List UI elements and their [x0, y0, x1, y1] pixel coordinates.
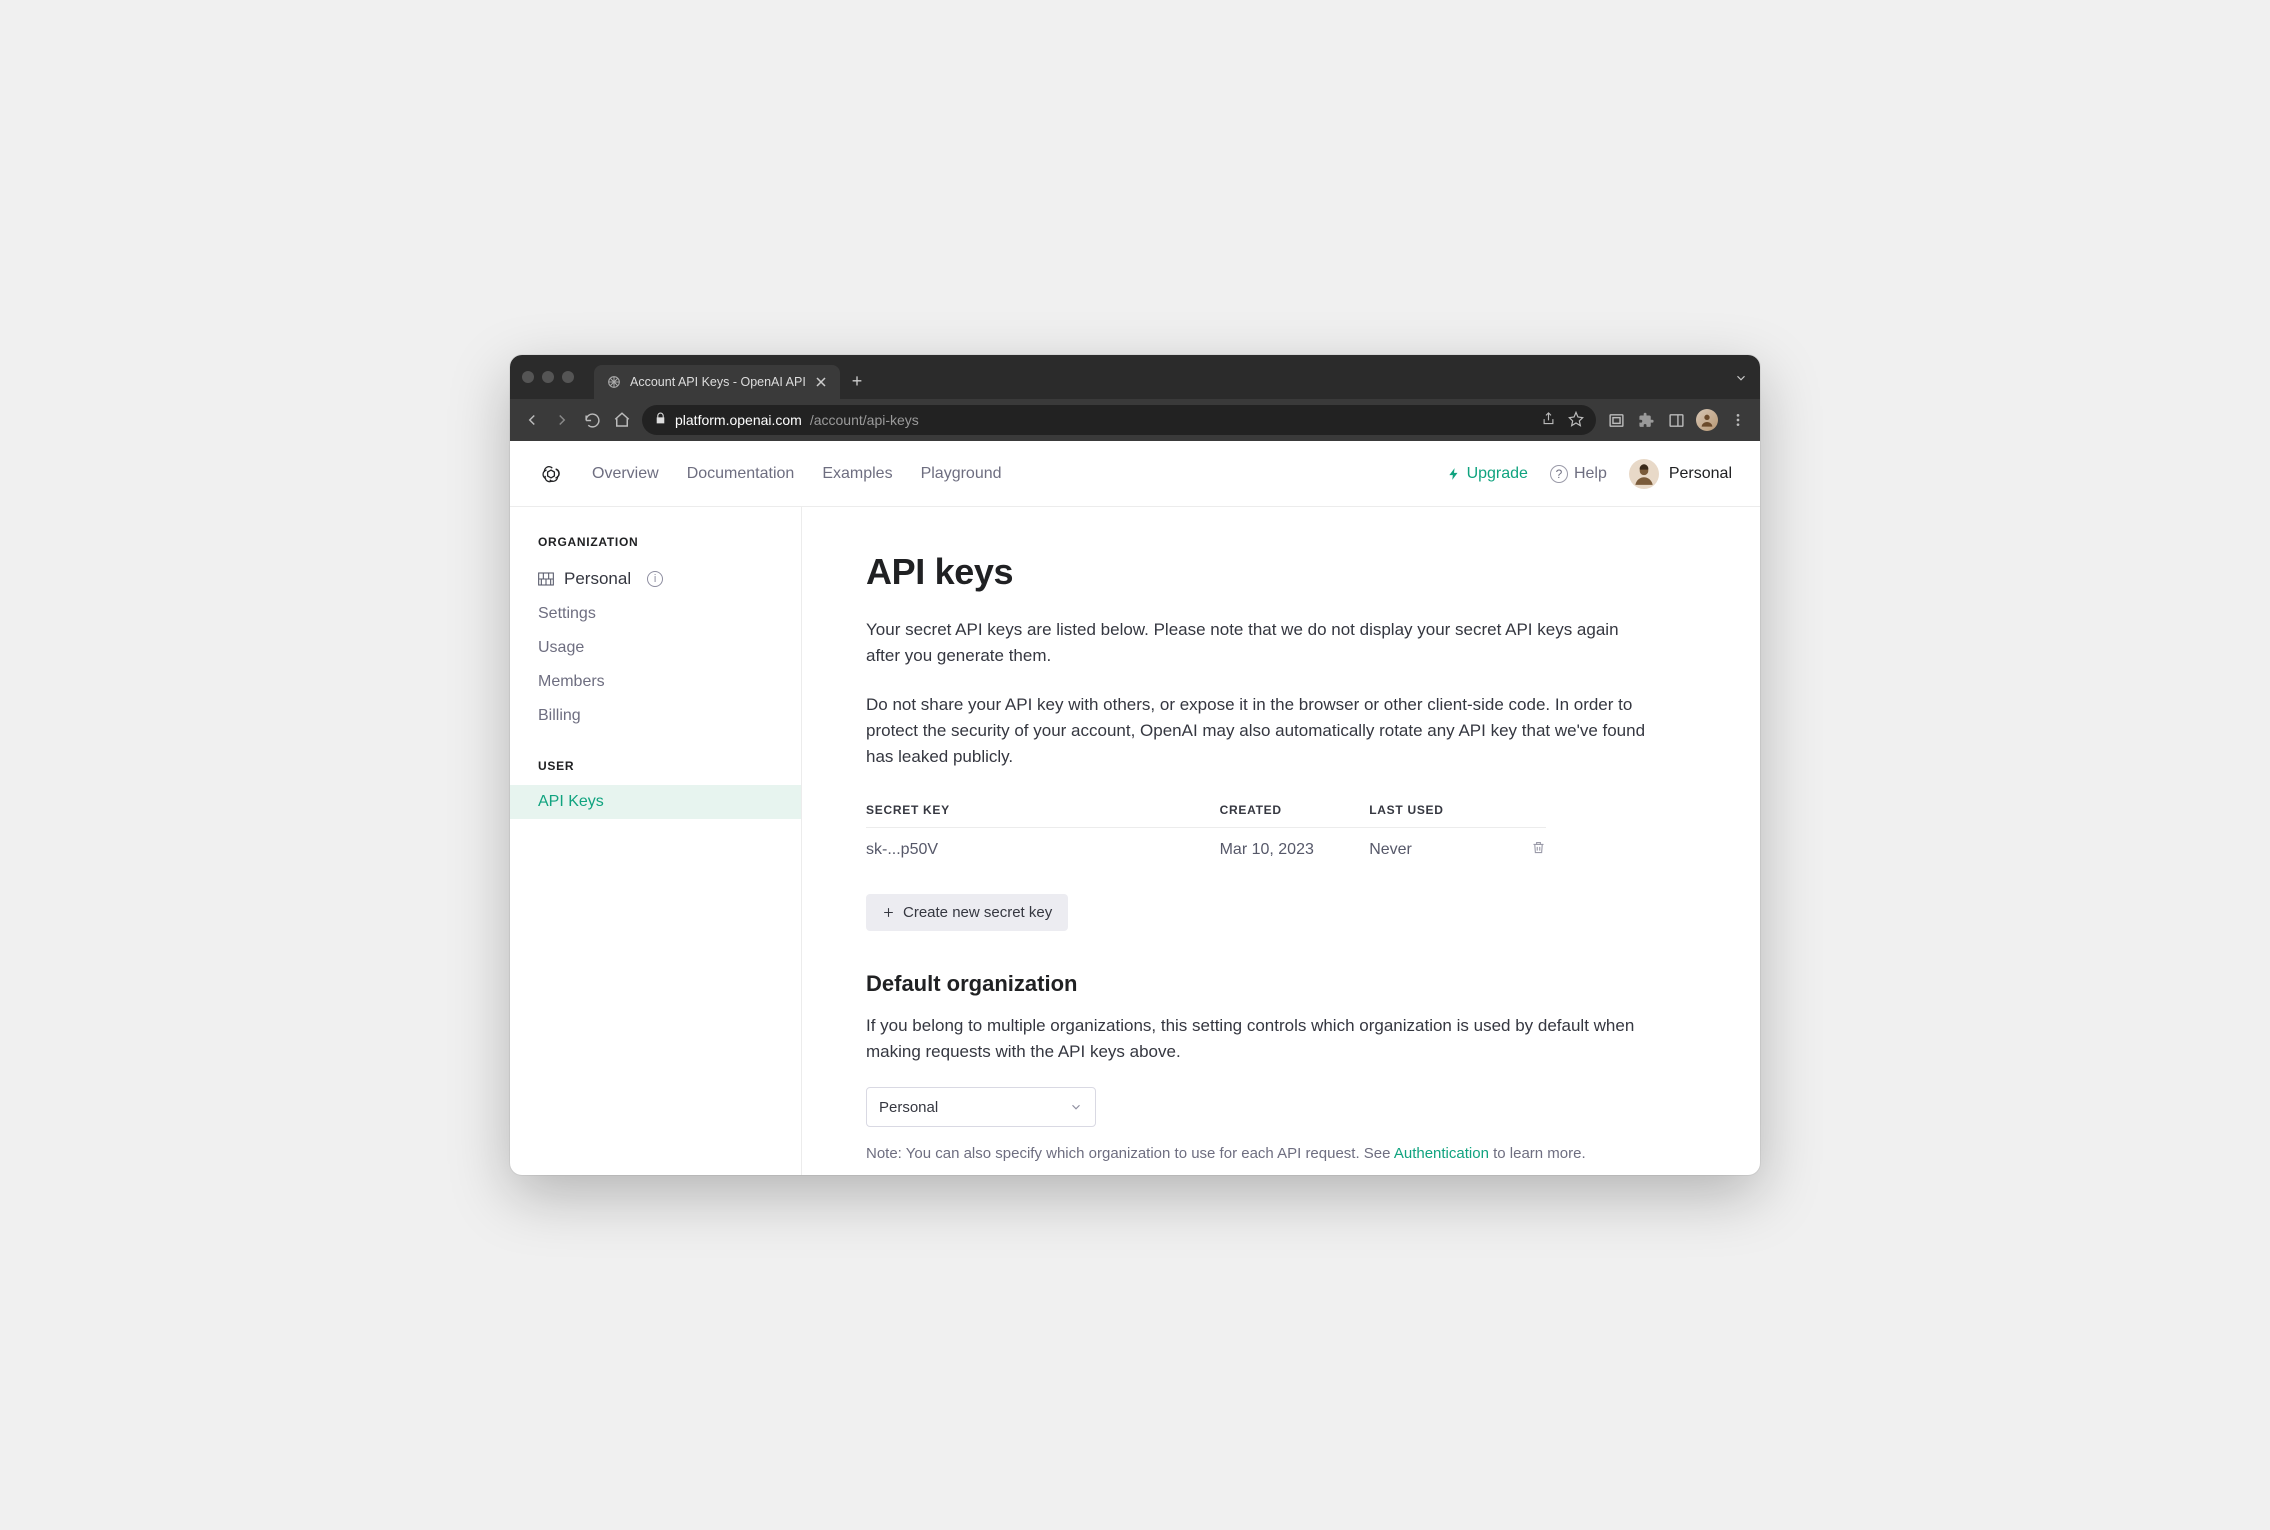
api-keys-table: SECRET KEY CREATED LAST USED sk-...p50V …: [866, 793, 1546, 872]
cell-created: Mar 10, 2023: [1220, 827, 1370, 872]
page-title: API keys: [866, 551, 1696, 593]
nav-documentation[interactable]: Documentation: [687, 465, 795, 483]
url-path: /account/api-keys: [810, 412, 919, 428]
nav-overview[interactable]: Overview: [592, 465, 659, 483]
bolt-icon: [1447, 467, 1461, 481]
minimize-window-button[interactable]: [542, 371, 554, 383]
sidebar-personal-label: Personal: [564, 569, 631, 589]
home-button[interactable]: [612, 410, 632, 430]
sidebar-item-usage[interactable]: Usage: [510, 631, 801, 665]
close-window-button[interactable]: [522, 371, 534, 383]
org-select-value: Personal: [879, 1099, 938, 1116]
lock-icon: [654, 412, 667, 428]
arrow-left-icon: [523, 411, 541, 429]
default-org-title: Default organization: [866, 971, 1696, 997]
main-content: API keys Your secret API keys are listed…: [802, 507, 1760, 1175]
tabs-menu-button[interactable]: [1734, 371, 1748, 390]
openai-logo-icon[interactable]: [538, 461, 564, 487]
forward-button[interactable]: [552, 410, 572, 430]
sidebar-item-settings[interactable]: Settings: [510, 597, 801, 631]
cell-secret-key: sk-...p50V: [866, 827, 1220, 872]
panel-icon: [1608, 412, 1625, 429]
back-button[interactable]: [522, 410, 542, 430]
address-bar[interactable]: platform.openai.com/account/api-keys: [642, 405, 1596, 435]
help-label: Help: [1574, 465, 1607, 483]
arrow-right-icon: [553, 411, 571, 429]
sidebar-item-members[interactable]: Members: [510, 665, 801, 699]
cell-last-used: Never: [1369, 827, 1516, 872]
auth-link[interactable]: Authentication: [1394, 1145, 1489, 1162]
bookmark-button[interactable]: [1568, 411, 1584, 430]
chevron-down-icon: [1734, 371, 1748, 385]
new-tab-button[interactable]: +: [852, 372, 863, 390]
sidebar-item-personal[interactable]: Personal i: [510, 561, 801, 597]
nav-playground[interactable]: Playground: [921, 465, 1002, 483]
sidebar-item-api-keys[interactable]: API Keys: [510, 785, 801, 819]
delete-key-button[interactable]: [1531, 842, 1546, 859]
tab-title: Account API Keys - OpenAI API: [630, 375, 806, 389]
reload-icon: [584, 412, 601, 429]
user-menu[interactable]: Personal: [1629, 459, 1732, 489]
plus-icon: [882, 906, 895, 919]
col-secret-key: SECRET KEY: [866, 793, 1220, 828]
nav-examples[interactable]: Examples: [822, 465, 892, 483]
chevron-down-icon: [1069, 1100, 1083, 1114]
col-created: CREATED: [1220, 793, 1370, 828]
extensions-button[interactable]: [1636, 410, 1656, 430]
table-row: sk-...p50V Mar 10, 2023 Never: [866, 827, 1546, 872]
tab-strip: Account API Keys - OpenAI API +: [510, 355, 1760, 399]
help-icon: ?: [1550, 465, 1568, 483]
building-icon: [538, 572, 554, 586]
create-secret-key-button[interactable]: Create new secret key: [866, 894, 1068, 931]
maximize-window-button[interactable]: [562, 371, 574, 383]
home-icon: [613, 411, 631, 429]
sidebar-section-org: ORGANIZATION: [510, 535, 801, 561]
avatar: [1629, 459, 1659, 489]
nav-links: Overview Documentation Examples Playgrou…: [592, 465, 1002, 483]
col-last-used: LAST USED: [1369, 793, 1516, 828]
close-tab-button[interactable]: [814, 375, 828, 389]
url-host: platform.openai.com: [675, 412, 802, 428]
close-icon: [816, 377, 826, 387]
user-name: Personal: [1669, 465, 1732, 483]
window-controls: [522, 371, 574, 383]
share-button[interactable]: [1541, 411, 1556, 429]
person-icon: [1631, 461, 1657, 487]
sidebar-icon: [1668, 412, 1685, 429]
openai-favicon-icon: [606, 374, 622, 390]
puzzle-icon: [1638, 412, 1655, 429]
browser-tab[interactable]: Account API Keys - OpenAI API: [594, 365, 840, 399]
upgrade-link[interactable]: Upgrade: [1447, 465, 1528, 483]
trash-icon: [1531, 840, 1546, 855]
default-org-desc: If you belong to multiple organizations,…: [866, 1013, 1656, 1066]
panel-toggle-button[interactable]: [1666, 410, 1686, 430]
sidebar-item-billing[interactable]: Billing: [510, 699, 801, 733]
page-content: Overview Documentation Examples Playgrou…: [510, 441, 1760, 1175]
profile-button[interactable]: [1696, 409, 1718, 431]
star-icon: [1568, 411, 1584, 427]
description-2: Do not share your API key with others, o…: [866, 692, 1656, 771]
reload-button[interactable]: [582, 410, 602, 430]
person-icon: [1699, 412, 1715, 428]
browser-window: Account API Keys - OpenAI API + platform…: [510, 355, 1760, 1175]
browser-menu-button[interactable]: [1728, 410, 1748, 430]
share-icon: [1541, 411, 1556, 426]
upgrade-label: Upgrade: [1467, 465, 1528, 483]
org-select[interactable]: Personal: [866, 1087, 1096, 1127]
sidebar-section-user: USER: [510, 759, 801, 785]
top-nav: Overview Documentation Examples Playgrou…: [510, 441, 1760, 507]
side-panel-button[interactable]: [1606, 410, 1626, 430]
org-note: Note: You can also specify which organiz…: [866, 1145, 1696, 1162]
create-label: Create new secret key: [903, 904, 1052, 921]
help-link[interactable]: ? Help: [1550, 465, 1607, 483]
kebab-icon: [1730, 412, 1746, 428]
sidebar: ORGANIZATION Personal i Settings Usage M…: [510, 507, 802, 1175]
page-body: ORGANIZATION Personal i Settings Usage M…: [510, 507, 1760, 1175]
description-1: Your secret API keys are listed below. P…: [866, 617, 1656, 670]
info-icon[interactable]: i: [647, 571, 663, 587]
browser-toolbar: platform.openai.com/account/api-keys: [510, 399, 1760, 441]
